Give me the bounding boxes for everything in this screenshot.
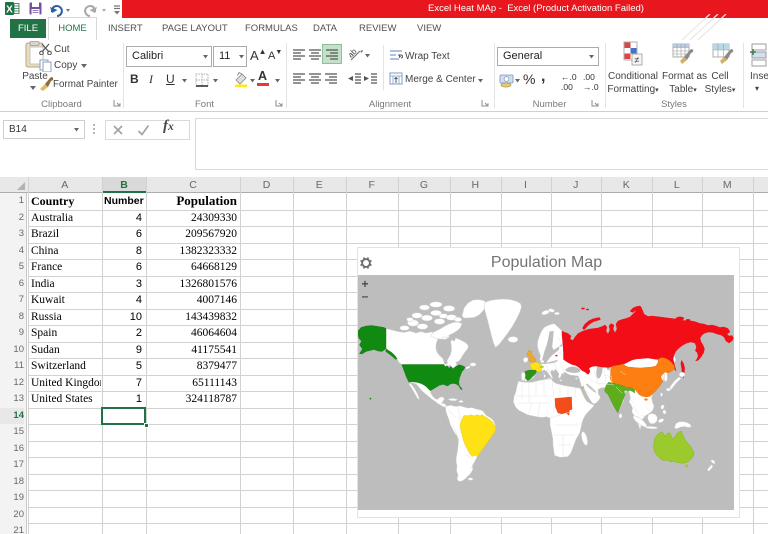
svg-text:≠: ≠ bbox=[635, 55, 640, 65]
svg-text:X: X bbox=[6, 5, 13, 16]
svg-text:ab: ab bbox=[349, 47, 359, 60]
